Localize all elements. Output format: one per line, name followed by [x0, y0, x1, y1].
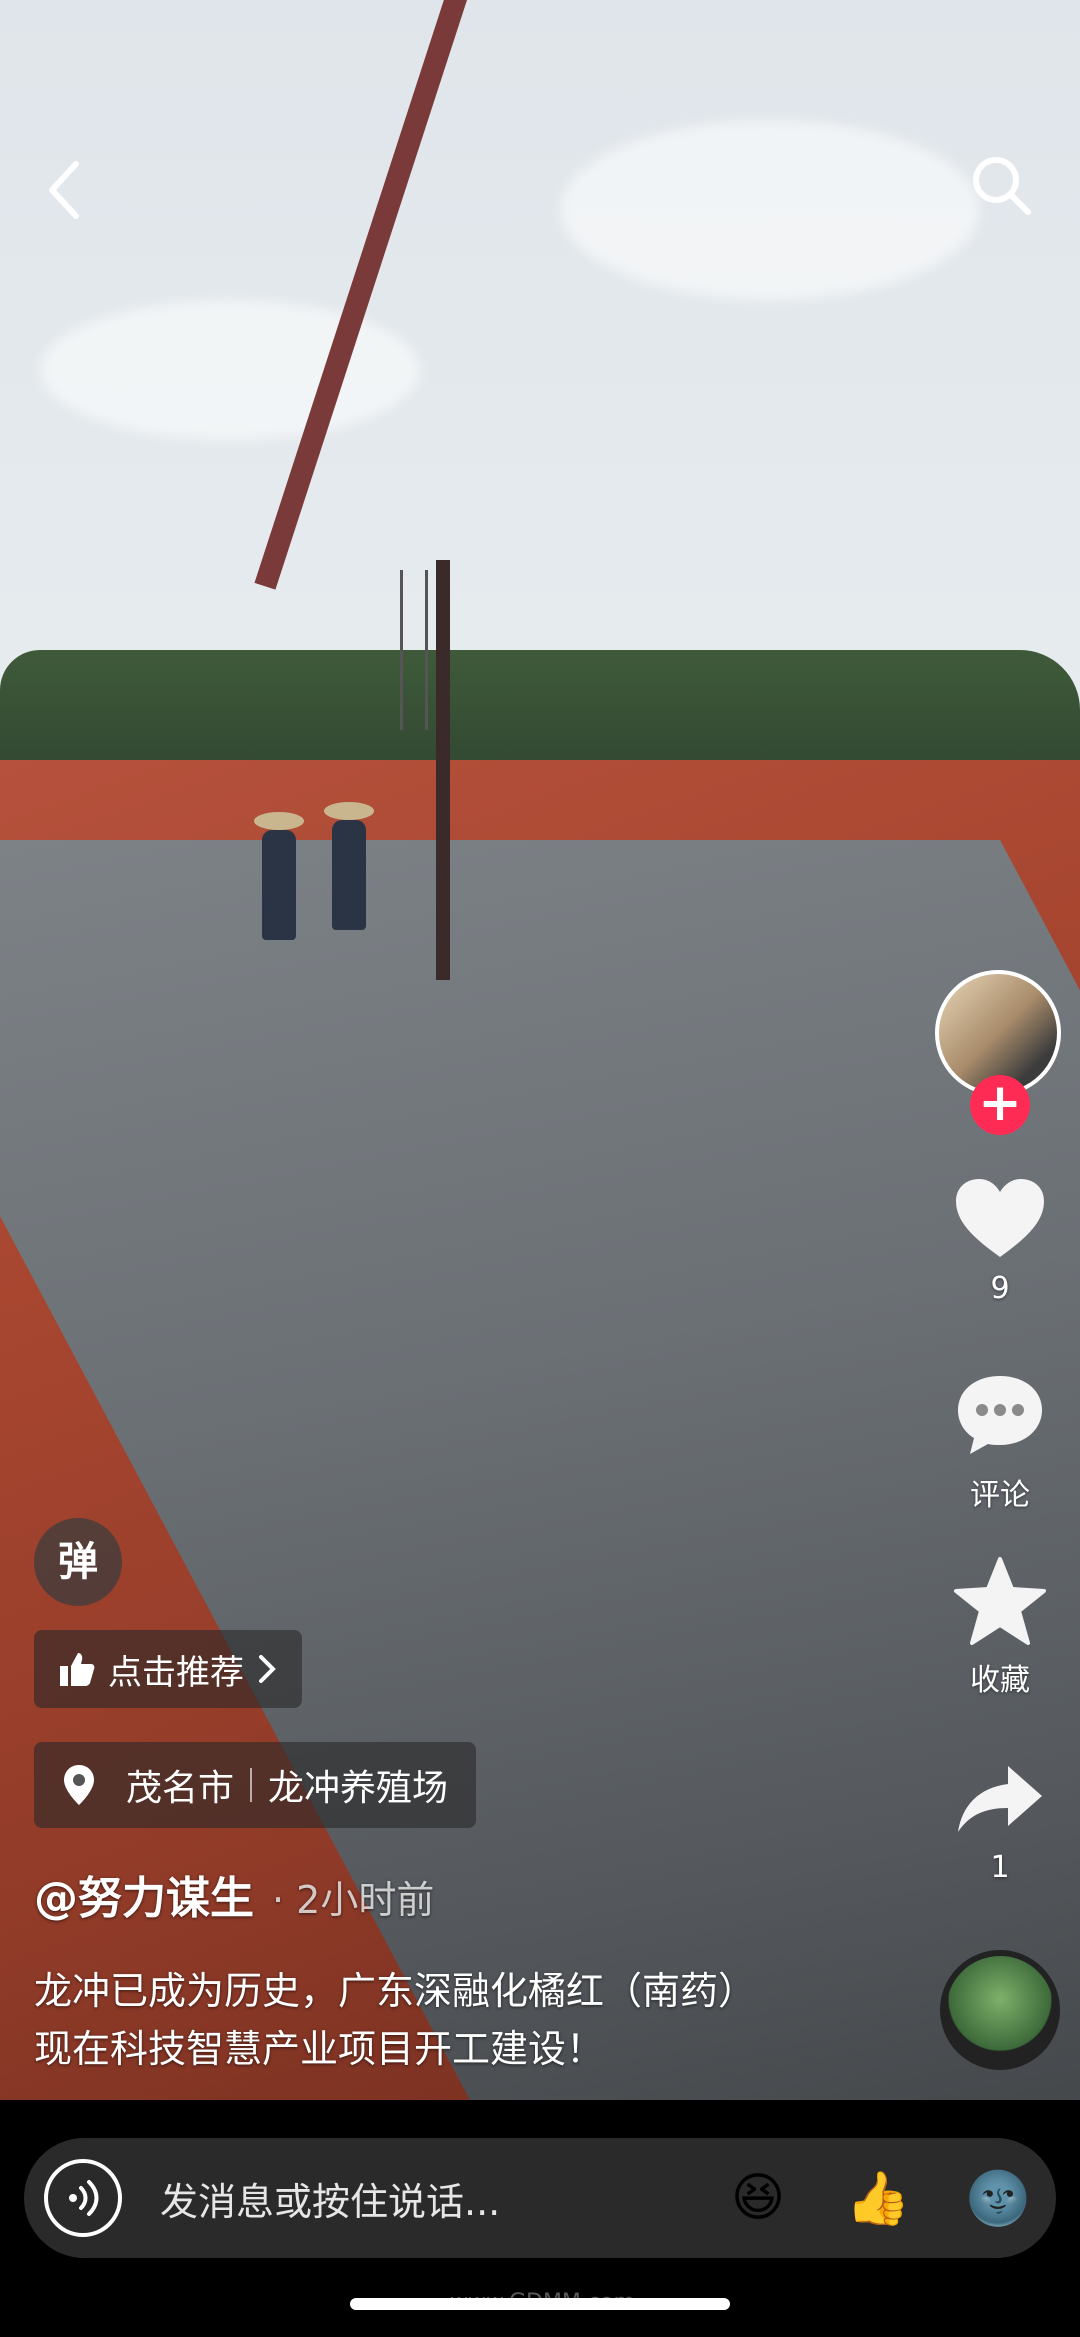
location-pin-icon [64, 1765, 94, 1805]
follow-button[interactable]: + [970, 1075, 1030, 1135]
location-divider [250, 1768, 253, 1802]
favorite-label: 收藏 [970, 1663, 1030, 1698]
danmu-button[interactable]: 弹 [34, 1518, 122, 1606]
location-place: 龙冲养殖场 [268, 1768, 449, 1809]
comment-button[interactable]: 评论 [940, 1370, 1060, 1514]
voice-button[interactable] [44, 2159, 122, 2237]
favorite-button[interactable]: 收藏 [940, 1555, 1060, 1699]
recommend-button[interactable]: 点击推荐 [34, 1630, 302, 1708]
moon-face-emoji-icon[interactable]: 🌚 [960, 2160, 1036, 2236]
chevron-left-icon [49, 161, 79, 219]
message-input[interactable]: 发消息或按住说话... [160, 2171, 720, 2226]
author-line: @努力谋生 · 2小时前 [34, 1862, 434, 1926]
message-input-bar[interactable]: 发消息或按住说话... 😆 👍 🌚 [24, 2138, 1056, 2258]
plus-icon: + [978, 1073, 1022, 1133]
like-count: 9 [990, 1271, 1010, 1306]
comment-label: 评论 [970, 1478, 1030, 1513]
search-icon [973, 157, 1031, 215]
post-time: · 2小时前 [272, 1878, 435, 1922]
location-tag[interactable]: 茂名市 龙冲养殖场 [34, 1742, 477, 1828]
worker [324, 802, 374, 930]
post-time-value: 2小时前 [296, 1878, 435, 1922]
share-count: 1 [990, 1850, 1010, 1885]
video-caption[interactable]: 龙冲已成为历史，广东深融化橘红（南药）现在科技智慧产业项目开工建设！ [34, 1962, 774, 2078]
power-tower [400, 570, 428, 730]
author-name[interactable]: @努力谋生 [34, 1873, 254, 1924]
voice-wave-icon [69, 2180, 99, 2216]
back-button[interactable] [40, 150, 90, 230]
music-disc[interactable] [940, 1950, 1060, 2070]
cloud [40, 300, 420, 440]
search-button[interactable] [966, 150, 1036, 220]
home-indicator[interactable] [350, 2298, 730, 2310]
like-button[interactable]: 9 [940, 1175, 1060, 1306]
cloud [560, 120, 980, 300]
star-icon [954, 1557, 1046, 1645]
recommend-label: 点击推荐 [108, 1652, 244, 1693]
share-icon [958, 1766, 1042, 1832]
video-screen: + 9 评论 收藏 1 弹 点击推荐 茂名市 龙冲养殖场 @努力谋生 · 2小时… [0, 0, 1080, 2337]
heart-icon [956, 1179, 1044, 1257]
worker [254, 812, 304, 940]
comment-icon [958, 1376, 1042, 1454]
pump-boom [254, 0, 467, 590]
share-button[interactable]: 1 [940, 1760, 1060, 1885]
thumbs-up-icon [60, 1653, 95, 1686]
laughing-emoji-icon[interactable]: 😆 [720, 2160, 796, 2236]
thumbs-up-emoji-icon[interactable]: 👍 [840, 2160, 916, 2236]
pump-pipe [436, 560, 450, 980]
location-city: 茂名市 [126, 1768, 235, 1809]
chevron-right-icon [259, 1655, 276, 1683]
